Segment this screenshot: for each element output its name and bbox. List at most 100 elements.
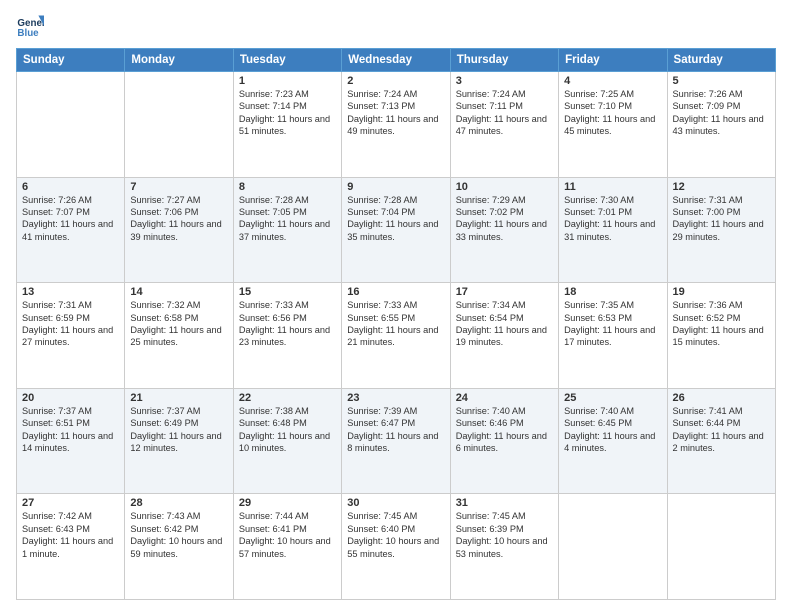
day-cell: 17Sunrise: 7:34 AMSunset: 6:54 PMDayligh…: [450, 283, 558, 389]
day-number: 23: [347, 392, 444, 404]
day-number: 6: [22, 181, 119, 193]
day-header-tuesday: Tuesday: [233, 49, 341, 72]
svg-text:Blue: Blue: [17, 28, 39, 39]
day-number: 9: [347, 181, 444, 193]
day-number: 30: [347, 497, 444, 509]
day-number: 24: [456, 392, 553, 404]
day-info: Sunrise: 7:43 AMSunset: 6:42 PMDaylight:…: [130, 510, 227, 560]
day-number: 4: [564, 75, 661, 87]
day-info: Sunrise: 7:41 AMSunset: 6:44 PMDaylight:…: [673, 405, 770, 455]
day-header-saturday: Saturday: [667, 49, 775, 72]
day-number: 7: [130, 181, 227, 193]
day-cell: 14Sunrise: 7:32 AMSunset: 6:58 PMDayligh…: [125, 283, 233, 389]
day-cell: 25Sunrise: 7:40 AMSunset: 6:45 PMDayligh…: [559, 388, 667, 494]
day-info: Sunrise: 7:45 AMSunset: 6:39 PMDaylight:…: [456, 510, 553, 560]
day-cell: 23Sunrise: 7:39 AMSunset: 6:47 PMDayligh…: [342, 388, 450, 494]
day-cell: 22Sunrise: 7:38 AMSunset: 6:48 PMDayligh…: [233, 388, 341, 494]
day-info: Sunrise: 7:29 AMSunset: 7:02 PMDaylight:…: [456, 194, 553, 244]
day-info: Sunrise: 7:32 AMSunset: 6:58 PMDaylight:…: [130, 299, 227, 349]
day-headers-row: SundayMondayTuesdayWednesdayThursdayFrid…: [17, 49, 776, 72]
day-number: 12: [673, 181, 770, 193]
day-info: Sunrise: 7:44 AMSunset: 6:41 PMDaylight:…: [239, 510, 336, 560]
week-row-1: 1Sunrise: 7:23 AMSunset: 7:14 PMDaylight…: [17, 72, 776, 178]
day-number: 25: [564, 392, 661, 404]
day-number: 5: [673, 75, 770, 87]
day-info: Sunrise: 7:33 AMSunset: 6:55 PMDaylight:…: [347, 299, 444, 349]
day-info: Sunrise: 7:35 AMSunset: 6:53 PMDaylight:…: [564, 299, 661, 349]
day-header-wednesday: Wednesday: [342, 49, 450, 72]
day-cell: 30Sunrise: 7:45 AMSunset: 6:40 PMDayligh…: [342, 494, 450, 600]
day-cell: 2Sunrise: 7:24 AMSunset: 7:13 PMDaylight…: [342, 72, 450, 178]
day-info: Sunrise: 7:25 AMSunset: 7:10 PMDaylight:…: [564, 88, 661, 138]
day-cell: 20Sunrise: 7:37 AMSunset: 6:51 PMDayligh…: [17, 388, 125, 494]
day-number: 20: [22, 392, 119, 404]
day-number: 11: [564, 181, 661, 193]
day-number: 18: [564, 286, 661, 298]
day-header-friday: Friday: [559, 49, 667, 72]
day-number: 15: [239, 286, 336, 298]
day-info: Sunrise: 7:38 AMSunset: 6:48 PMDaylight:…: [239, 405, 336, 455]
day-number: 22: [239, 392, 336, 404]
day-info: Sunrise: 7:31 AMSunset: 7:00 PMDaylight:…: [673, 194, 770, 244]
logo: General Blue: [16, 12, 44, 40]
day-info: Sunrise: 7:36 AMSunset: 6:52 PMDaylight:…: [673, 299, 770, 349]
day-cell: 15Sunrise: 7:33 AMSunset: 6:56 PMDayligh…: [233, 283, 341, 389]
week-row-3: 13Sunrise: 7:31 AMSunset: 6:59 PMDayligh…: [17, 283, 776, 389]
day-info: Sunrise: 7:23 AMSunset: 7:14 PMDaylight:…: [239, 88, 336, 138]
day-info: Sunrise: 7:37 AMSunset: 6:51 PMDaylight:…: [22, 405, 119, 455]
day-number: 8: [239, 181, 336, 193]
day-number: 1: [239, 75, 336, 87]
day-cell: 11Sunrise: 7:30 AMSunset: 7:01 PMDayligh…: [559, 177, 667, 283]
week-row-4: 20Sunrise: 7:37 AMSunset: 6:51 PMDayligh…: [17, 388, 776, 494]
day-info: Sunrise: 7:45 AMSunset: 6:40 PMDaylight:…: [347, 510, 444, 560]
day-cell: 21Sunrise: 7:37 AMSunset: 6:49 PMDayligh…: [125, 388, 233, 494]
day-header-thursday: Thursday: [450, 49, 558, 72]
day-cell: [559, 494, 667, 600]
day-cell: 29Sunrise: 7:44 AMSunset: 6:41 PMDayligh…: [233, 494, 341, 600]
day-number: 17: [456, 286, 553, 298]
day-info: Sunrise: 7:26 AMSunset: 7:07 PMDaylight:…: [22, 194, 119, 244]
week-row-5: 27Sunrise: 7:42 AMSunset: 6:43 PMDayligh…: [17, 494, 776, 600]
day-info: Sunrise: 7:40 AMSunset: 6:45 PMDaylight:…: [564, 405, 661, 455]
day-cell: 5Sunrise: 7:26 AMSunset: 7:09 PMDaylight…: [667, 72, 775, 178]
day-number: 29: [239, 497, 336, 509]
day-cell: 7Sunrise: 7:27 AMSunset: 7:06 PMDaylight…: [125, 177, 233, 283]
day-cell: 26Sunrise: 7:41 AMSunset: 6:44 PMDayligh…: [667, 388, 775, 494]
day-cell: 12Sunrise: 7:31 AMSunset: 7:00 PMDayligh…: [667, 177, 775, 283]
day-cell: 9Sunrise: 7:28 AMSunset: 7:04 PMDaylight…: [342, 177, 450, 283]
day-info: Sunrise: 7:31 AMSunset: 6:59 PMDaylight:…: [22, 299, 119, 349]
day-info: Sunrise: 7:42 AMSunset: 6:43 PMDaylight:…: [22, 510, 119, 560]
day-info: Sunrise: 7:34 AMSunset: 6:54 PMDaylight:…: [456, 299, 553, 349]
day-cell: 24Sunrise: 7:40 AMSunset: 6:46 PMDayligh…: [450, 388, 558, 494]
day-info: Sunrise: 7:28 AMSunset: 7:04 PMDaylight:…: [347, 194, 444, 244]
day-cell: 19Sunrise: 7:36 AMSunset: 6:52 PMDayligh…: [667, 283, 775, 389]
day-number: 19: [673, 286, 770, 298]
day-header-monday: Monday: [125, 49, 233, 72]
day-number: 31: [456, 497, 553, 509]
logo-icon: General Blue: [16, 12, 44, 40]
header: General Blue: [16, 12, 776, 40]
day-info: Sunrise: 7:24 AMSunset: 7:11 PMDaylight:…: [456, 88, 553, 138]
day-cell: [17, 72, 125, 178]
day-number: 2: [347, 75, 444, 87]
day-info: Sunrise: 7:37 AMSunset: 6:49 PMDaylight:…: [130, 405, 227, 455]
day-number: 10: [456, 181, 553, 193]
day-number: 3: [456, 75, 553, 87]
day-cell: 27Sunrise: 7:42 AMSunset: 6:43 PMDayligh…: [17, 494, 125, 600]
day-cell: 13Sunrise: 7:31 AMSunset: 6:59 PMDayligh…: [17, 283, 125, 389]
day-cell: 31Sunrise: 7:45 AMSunset: 6:39 PMDayligh…: [450, 494, 558, 600]
day-number: 16: [347, 286, 444, 298]
page: General Blue SundayMondayTuesdayWednesda…: [0, 0, 792, 612]
day-number: 13: [22, 286, 119, 298]
day-number: 26: [673, 392, 770, 404]
day-info: Sunrise: 7:39 AMSunset: 6:47 PMDaylight:…: [347, 405, 444, 455]
day-cell: [667, 494, 775, 600]
day-number: 28: [130, 497, 227, 509]
day-cell: 8Sunrise: 7:28 AMSunset: 7:05 PMDaylight…: [233, 177, 341, 283]
day-header-sunday: Sunday: [17, 49, 125, 72]
day-cell: 1Sunrise: 7:23 AMSunset: 7:14 PMDaylight…: [233, 72, 341, 178]
day-cell: 6Sunrise: 7:26 AMSunset: 7:07 PMDaylight…: [17, 177, 125, 283]
day-info: Sunrise: 7:30 AMSunset: 7:01 PMDaylight:…: [564, 194, 661, 244]
day-info: Sunrise: 7:27 AMSunset: 7:06 PMDaylight:…: [130, 194, 227, 244]
calendar-table: SundayMondayTuesdayWednesdayThursdayFrid…: [16, 48, 776, 600]
